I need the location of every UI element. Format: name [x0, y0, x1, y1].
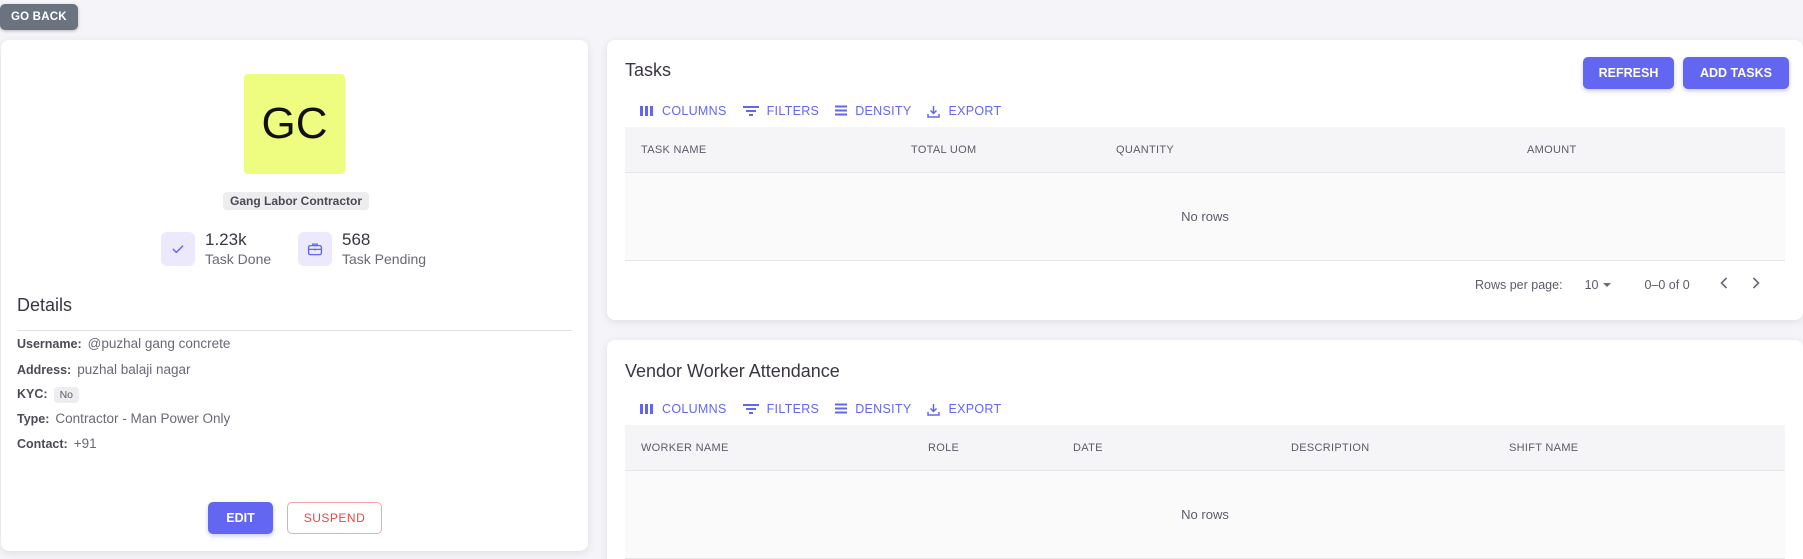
- rows-per-page-label: Rows per page:: [1475, 277, 1563, 292]
- task-pending-label: Task Pending: [342, 251, 427, 267]
- task-pending-value: 568: [342, 230, 371, 249]
- detail-kyc: KYC: No: [17, 387, 79, 403]
- columns-button[interactable]: COLUMNS: [640, 402, 727, 416]
- attendance-grid-header: WORKER NAME ROLE DATE DESCRIPTION SHIFT …: [625, 425, 1785, 471]
- density-label: DENSITY: [855, 402, 912, 416]
- prev-page-button[interactable]: [1720, 277, 1728, 292]
- stat-task-pending: 568 Task Pending: [298, 230, 426, 268]
- col-quantity[interactable]: QUANTITY: [1116, 127, 1174, 173]
- filters-button[interactable]: FILTERS: [742, 104, 820, 118]
- username-value: @puzhal gang concrete: [87, 336, 231, 351]
- briefcase-icon: [298, 232, 332, 266]
- filter-icon: [742, 106, 759, 116]
- export-icon: [927, 105, 941, 118]
- columns-icon: [640, 404, 653, 414]
- attendance-toolbar: COLUMNS FILTERS DENSITY EXPORT: [640, 402, 1017, 416]
- rows-per-page-select[interactable]: 10: [1585, 278, 1613, 292]
- filter-icon: [742, 404, 759, 414]
- columns-button[interactable]: COLUMNS: [640, 104, 727, 118]
- density-icon: [835, 403, 848, 414]
- tasks-empty-text: No rows: [1181, 209, 1229, 224]
- contact-label: Contact:: [17, 437, 68, 451]
- col-shift-name[interactable]: SHIFT NAME: [1509, 425, 1578, 471]
- density-button[interactable]: DENSITY: [835, 104, 911, 118]
- task-done-value: 1.23k: [205, 230, 247, 249]
- col-date[interactable]: DATE: [1073, 425, 1103, 471]
- col-role[interactable]: ROLE: [928, 425, 959, 471]
- type-value: Contractor - Man Power Only: [55, 411, 231, 426]
- tasks-toolbar: COLUMNS FILTERS DENSITY EXPORT: [640, 104, 1017, 118]
- suspend-button[interactable]: SUSPEND: [287, 502, 382, 534]
- type-label: Type:: [17, 412, 50, 426]
- columns-label: COLUMNS: [662, 104, 727, 118]
- chevron-left-icon: [1720, 277, 1727, 289]
- role-chip: Gang Labor Contractor: [223, 192, 370, 210]
- kyc-chip: No: [53, 387, 79, 403]
- username-label: Username:: [17, 337, 82, 351]
- export-label: EXPORT: [948, 104, 1002, 118]
- go-back-button[interactable]: GO BACK: [0, 4, 78, 30]
- task-done-label: Task Done: [205, 251, 272, 267]
- export-icon: [927, 403, 941, 416]
- col-total-uom[interactable]: TOTAL UOM: [911, 127, 976, 173]
- col-worker-name[interactable]: WORKER NAME: [641, 425, 729, 471]
- filters-button[interactable]: FILTERS: [742, 402, 820, 416]
- detail-address: Address: puzhal balaji nagar: [17, 362, 191, 377]
- add-tasks-button[interactable]: ADD TASKS: [1683, 57, 1789, 89]
- check-icon: [161, 232, 195, 266]
- pagination-range: 0–0 of 0: [1644, 277, 1690, 292]
- profile-card: GC Gang Labor Contractor 1.23k Task Done…: [1, 40, 588, 551]
- tasks-grid-header: TASK NAME TOTAL UOM QUANTITY AMOUNT: [625, 127, 1785, 173]
- detail-type: Type: Contractor - Man Power Only: [17, 411, 230, 426]
- tasks-pagination: Rows per page: 10 0–0 of 0: [1475, 277, 1760, 292]
- address-label: Address:: [17, 363, 72, 377]
- detail-contact: Contact: +91: [17, 436, 97, 451]
- density-icon: [835, 105, 848, 116]
- attendance-title: Vendor Worker Attendance: [625, 361, 840, 381]
- stat-task-done: 1.23k Task Done: [161, 230, 271, 268]
- export-button[interactable]: EXPORT: [927, 104, 1001, 118]
- col-description[interactable]: DESCRIPTION: [1291, 425, 1369, 471]
- export-button[interactable]: EXPORT: [927, 402, 1001, 416]
- attendance-card: Vendor Worker Attendance COLUMNS FILTERS…: [607, 340, 1803, 559]
- avatar: GC: [244, 74, 345, 174]
- next-page-button[interactable]: [1752, 277, 1760, 292]
- density-button[interactable]: DENSITY: [835, 402, 911, 416]
- export-label: EXPORT: [948, 402, 1002, 416]
- columns-icon: [640, 106, 653, 116]
- contact-value: +91: [73, 436, 97, 451]
- details-divider: [17, 330, 572, 331]
- density-label: DENSITY: [855, 104, 912, 118]
- rows-per-page-value: 10: [1584, 277, 1599, 292]
- filters-label: FILTERS: [766, 104, 820, 118]
- edit-button[interactable]: EDIT: [208, 502, 273, 534]
- col-task-name[interactable]: TASK NAME: [641, 127, 706, 173]
- col-amount[interactable]: AMOUNT: [1527, 127, 1576, 173]
- tasks-card: Tasks REFRESH ADD TASKS COLUMNS FILTERS …: [607, 40, 1803, 320]
- caret-down-icon: [1603, 282, 1612, 287]
- tasks-title: Tasks: [625, 60, 672, 80]
- attendance-empty-text: No rows: [1181, 507, 1229, 522]
- details-title: Details: [17, 295, 73, 315]
- filters-label: FILTERS: [766, 402, 820, 416]
- detail-username: Username: @puzhal gang concrete: [17, 336, 230, 351]
- chevron-right-icon: [1752, 277, 1760, 289]
- kyc-label: KYC:: [17, 387, 48, 401]
- columns-label: COLUMNS: [662, 402, 727, 416]
- refresh-button[interactable]: REFRESH: [1583, 57, 1674, 89]
- address-value: puzhal balaji nagar: [77, 362, 191, 377]
